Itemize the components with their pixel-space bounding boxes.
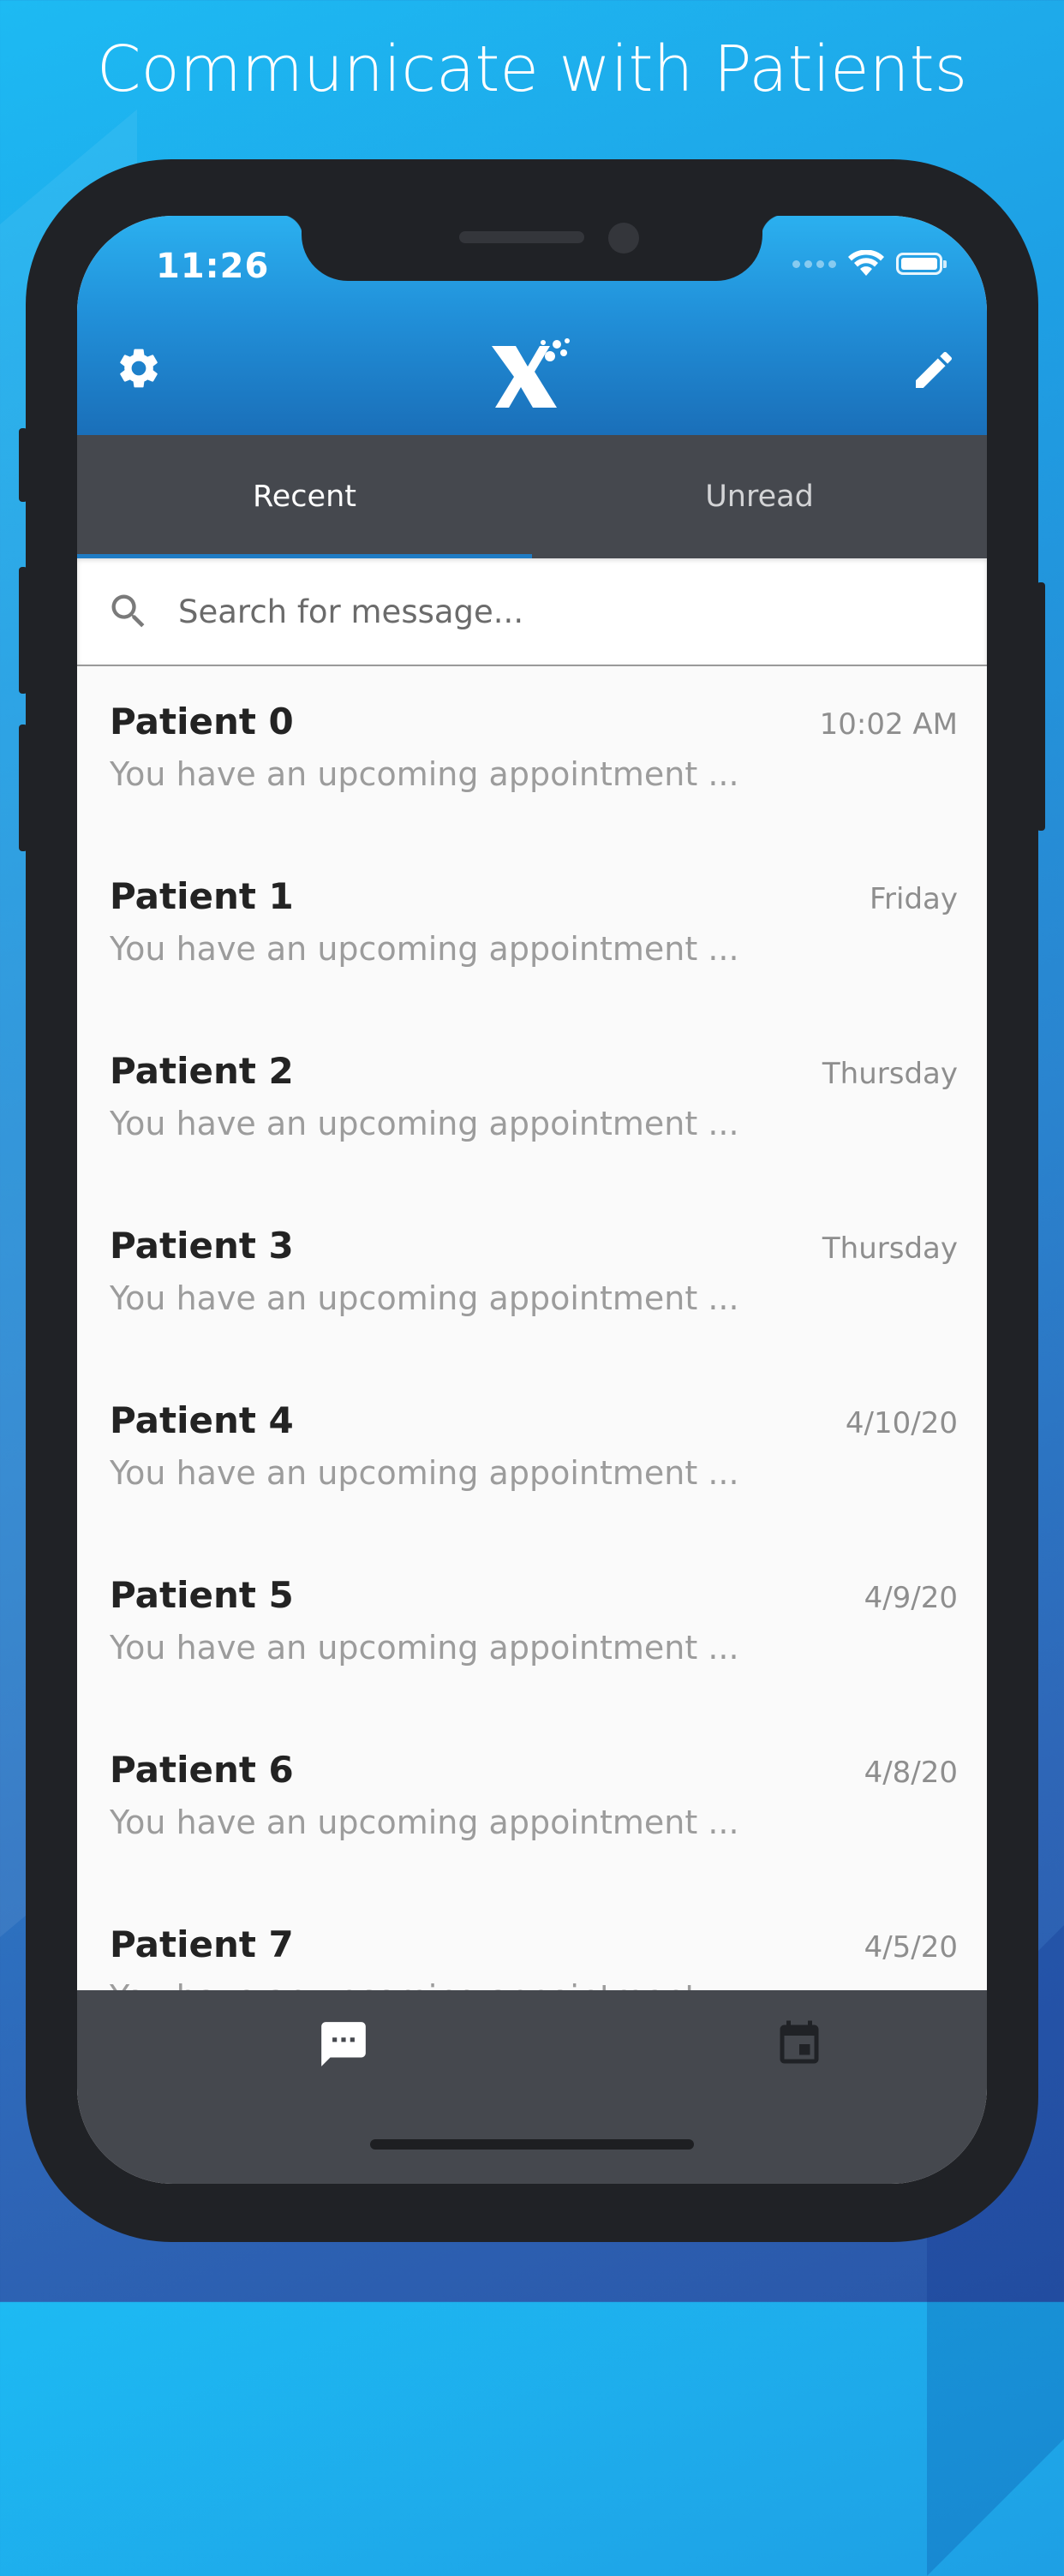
message-preview: You have an upcoming appointment ... bbox=[110, 1978, 739, 1990]
tab-label: Unread bbox=[705, 480, 814, 514]
search-input[interactable] bbox=[176, 592, 917, 631]
message-time: Thursday bbox=[822, 1231, 958, 1266]
settings-button[interactable] bbox=[113, 343, 164, 394]
message-preview: You have an upcoming appointment ... bbox=[110, 1105, 739, 1142]
message-preview: You have an upcoming appointment ... bbox=[110, 1279, 739, 1317]
message-preview: You have an upcoming appointment ... bbox=[110, 1804, 739, 1841]
message-time: 4/8/20 bbox=[864, 1756, 958, 1790]
patient-name: Patient 4 bbox=[110, 1399, 294, 1441]
message-time: 4/9/20 bbox=[864, 1581, 958, 1615]
message-list: Patient 0 10:02 AM You have an upcoming … bbox=[77, 666, 987, 1990]
message-time: 4/5/20 bbox=[864, 1930, 958, 1965]
tab-label: Recent bbox=[253, 480, 356, 514]
wifi-icon bbox=[848, 250, 884, 276]
message-time: 4/10/20 bbox=[845, 1406, 958, 1440]
bottom-navigation bbox=[77, 1990, 987, 2184]
battery-icon bbox=[896, 253, 947, 275]
calendar-icon bbox=[780, 2020, 819, 2064]
message-list-item[interactable]: Patient 4 4/10/20 You have an upcoming a… bbox=[77, 1365, 987, 1540]
status-icons bbox=[792, 250, 947, 277]
x-logo-icon bbox=[492, 338, 570, 408]
message-list-item[interactable]: Patient 7 4/5/20 You have an upcoming ap… bbox=[77, 1889, 987, 1990]
message-list-item[interactable]: Patient 5 4/9/20 You have an upcoming ap… bbox=[77, 1540, 987, 1714]
message-time: Friday bbox=[869, 882, 958, 916]
message-preview: You have an upcoming appointment ... bbox=[110, 930, 739, 968]
patient-name: Patient 1 bbox=[110, 875, 294, 917]
patient-name: Patient 0 bbox=[110, 701, 294, 742]
phone-notch bbox=[279, 216, 785, 281]
patient-name: Patient 5 bbox=[110, 1574, 294, 1616]
compose-button[interactable] bbox=[906, 343, 961, 397]
app-bar: 11:26 bbox=[77, 216, 987, 435]
message-list-item[interactable]: Patient 2 Thursday You have an upcoming … bbox=[77, 1016, 987, 1190]
message-preview: You have an upcoming appointment ... bbox=[110, 1454, 739, 1492]
nav-messages-button[interactable] bbox=[305, 2006, 382, 2083]
pencil-icon bbox=[916, 351, 953, 388]
patient-name: Patient 3 bbox=[110, 1225, 294, 1267]
tab-recent[interactable]: Recent bbox=[77, 435, 532, 558]
message-list-item[interactable]: Patient 0 10:02 AM You have an upcoming … bbox=[77, 666, 987, 841]
headline: Communicate with Patients bbox=[96, 33, 968, 106]
nav-calendar-button[interactable] bbox=[761, 2006, 838, 2083]
search-bar bbox=[77, 558, 987, 666]
gear-icon bbox=[120, 349, 158, 388]
front-camera bbox=[608, 223, 639, 253]
home-indicator[interactable] bbox=[370, 2139, 694, 2150]
patient-name: Patient 7 bbox=[110, 1923, 294, 1965]
app-logo bbox=[490, 334, 576, 411]
patient-name: Patient 2 bbox=[110, 1050, 294, 1092]
search-icon bbox=[111, 594, 145, 628]
message-list-item[interactable]: Patient 1 Friday You have an upcoming ap… bbox=[77, 841, 987, 1016]
cellular-signal-icon bbox=[792, 259, 836, 268]
tab-unread[interactable]: Unread bbox=[532, 435, 987, 558]
patient-name: Patient 6 bbox=[110, 1749, 294, 1791]
status-time: 11:26 bbox=[156, 247, 270, 286]
message-list-item[interactable]: Patient 6 4/8/20 You have an upcoming ap… bbox=[77, 1714, 987, 1889]
speaker-grille bbox=[459, 231, 584, 243]
tab-bar: Recent Unread bbox=[77, 435, 987, 558]
message-time: Thursday bbox=[822, 1057, 958, 1091]
message-preview: You have an upcoming appointment ... bbox=[110, 755, 739, 793]
phone-frame: 11:26 Recent Unread Search for message..… bbox=[26, 159, 1038, 2242]
phone-screen: 11:26 Recent Unread Search for message..… bbox=[77, 216, 987, 2184]
message-preview: You have an upcoming appointment ... bbox=[110, 1629, 739, 1667]
message-time: 10:02 AM bbox=[819, 707, 958, 742]
message-list-item[interactable]: Patient 3 Thursday You have an upcoming … bbox=[77, 1190, 987, 1365]
chat-bubble-icon bbox=[321, 2022, 366, 2066]
